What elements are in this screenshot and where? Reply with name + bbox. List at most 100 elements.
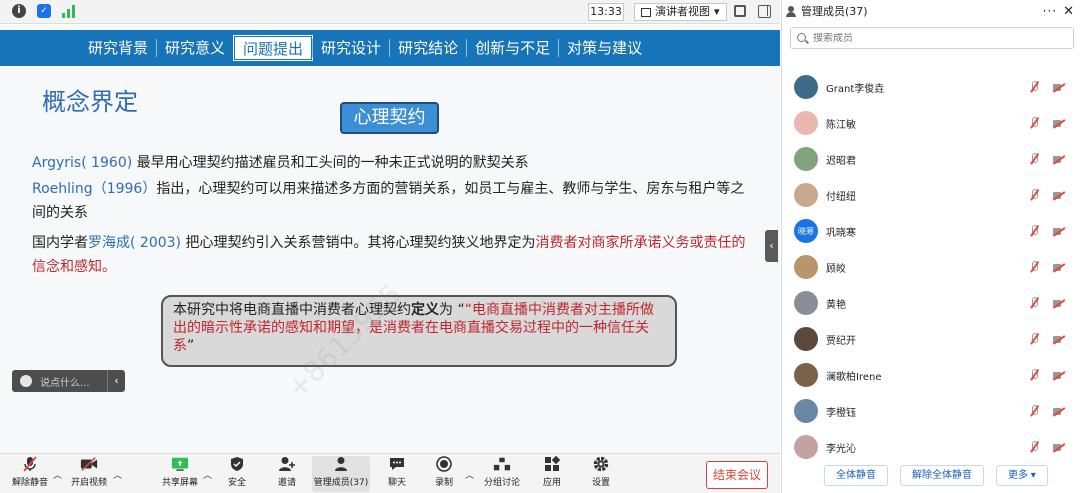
chat-button[interactable]: 聊天 <box>382 456 412 492</box>
search-input[interactable] <box>813 32 1053 44</box>
mic-off-icon[interactable] <box>1029 261 1039 273</box>
breakout-icon <box>493 456 511 472</box>
member-name: 陈江敏 <box>826 119 856 131</box>
chat-quick-input[interactable]: 说点什么... ‹ <box>12 370 125 392</box>
add-user-icon <box>278 456 296 472</box>
camera-off-icon[interactable] <box>1053 407 1065 416</box>
mic-off-icon[interactable] <box>1029 333 1039 345</box>
meeting-toolbar: 解除静音 ︿ 开启视频 ︿ 共享屏幕 ︿ 安全 邀请 管理成员(37) 聊天 录… <box>0 453 780 493</box>
slide-nav-item: 创新与不足 <box>475 39 551 57</box>
chat-icon <box>388 456 406 472</box>
paragraph-roehling: Roehling（1996）指出，心理契约可以用来描述多方面的营销关系，如员工与… <box>32 177 757 225</box>
avatar <box>794 291 818 315</box>
start-video-button[interactable]: 开启视频 <box>68 456 110 492</box>
avatar <box>794 363 818 387</box>
avatar <box>794 435 818 459</box>
invite-button[interactable]: 邀请 <box>272 456 302 492</box>
sidebar-toggle-icon[interactable] <box>758 5 771 18</box>
member-row[interactable]: 付纽纽 <box>782 177 1080 213</box>
member-status <box>1029 441 1065 453</box>
chevron-left-icon[interactable]: ‹ <box>107 370 125 392</box>
chevron-up-icon[interactable]: ︿ <box>465 468 474 481</box>
slide-title: 概念界定 <box>42 88 138 116</box>
member-name: Grant李俊垚 <box>826 83 885 95</box>
camera-off-icon[interactable] <box>1053 191 1065 200</box>
mic-off-icon[interactable] <box>1029 81 1039 93</box>
camera-off-icon[interactable] <box>1053 263 1065 272</box>
mic-off-icon[interactable] <box>1029 189 1039 201</box>
info-icon[interactable]: i <box>12 4 26 18</box>
camera-off-icon[interactable] <box>1053 299 1065 308</box>
member-row[interactable]: 迟昭君 <box>782 141 1080 177</box>
chevron-up-icon[interactable]: ︿ <box>203 468 212 481</box>
member-row[interactable]: 陈江敏 <box>782 105 1080 141</box>
side-collapse-handle[interactable]: ‹ <box>765 230 778 262</box>
mute-all-button[interactable]: 全体静音 <box>824 465 888 486</box>
more-button[interactable]: 更多 ▾ <box>996 465 1048 486</box>
mic-off-icon[interactable] <box>1029 441 1039 453</box>
view-switch-button[interactable]: 演讲者视图 ▾ <box>634 3 727 21</box>
mic-off-icon[interactable] <box>1029 225 1039 237</box>
more-icon[interactable]: ··· <box>1043 4 1057 18</box>
camera-off-icon[interactable] <box>1053 335 1065 344</box>
member-row[interactable]: 贾纪开 <box>782 321 1080 357</box>
settings-button[interactable]: 设置 <box>587 456 615 492</box>
record-button[interactable]: 录制 <box>430 456 458 492</box>
shield-icon[interactable]: ✓ <box>37 4 51 18</box>
manage-participants-button[interactable]: 管理成员(37) <box>312 456 370 492</box>
avatar <box>794 111 818 135</box>
mic-off-icon[interactable] <box>1029 405 1039 417</box>
mic-off-icon[interactable] <box>1029 153 1039 165</box>
chevron-up-icon[interactable]: ︿ <box>113 468 122 481</box>
unmute-all-button[interactable]: 解除全体静音 <box>900 465 984 486</box>
avatar: 晓寒 <box>794 219 818 243</box>
camera-off-icon[interactable] <box>1053 155 1065 164</box>
chevron-up-icon[interactable]: ︿ <box>53 468 62 481</box>
camera-off-icon[interactable] <box>1053 227 1065 236</box>
member-row[interactable]: 澜歌柏Irene <box>782 357 1080 393</box>
slide-nav-item: 研究设计 <box>321 39 382 57</box>
breakout-label: 分组讨论 <box>483 478 520 488</box>
close-icon[interactable]: ✕ <box>1063 4 1074 19</box>
share-screen-button[interactable]: 共享屏幕 <box>160 456 200 492</box>
settings-label: 设置 <box>591 478 610 488</box>
chat-label: 聊天 <box>387 478 406 488</box>
member-search[interactable] <box>790 27 1074 49</box>
member-name: 顾皎 <box>826 263 846 275</box>
callout-mid: 为 “ <box>439 302 465 318</box>
member-status <box>1029 405 1065 417</box>
fullscreen-icon[interactable] <box>734 5 746 17</box>
gear-icon <box>592 456 610 472</box>
start-video-label: 开启视频 <box>70 478 107 488</box>
mic-off-icon[interactable] <box>1029 297 1039 309</box>
camera-off-icon[interactable] <box>1053 371 1065 380</box>
shield-icon <box>228 456 246 472</box>
member-name: 黄艳 <box>826 299 846 311</box>
emoji-icon[interactable] <box>20 375 32 387</box>
mic-off-icon[interactable] <box>1029 369 1039 381</box>
member-row[interactable]: 黄艳 <box>782 285 1080 321</box>
member-row[interactable]: 顾皎 <box>782 249 1080 285</box>
member-row[interactable]: 李橙钰 <box>782 393 1080 429</box>
apps-button[interactable]: 应用 <box>538 456 566 492</box>
signal-icon[interactable] <box>62 4 76 18</box>
end-meeting-button[interactable]: 结束会议 <box>706 461 768 489</box>
member-row[interactable]: 晓寒 巩晓寒 <box>782 213 1080 249</box>
unmute-button[interactable]: 解除静音 <box>10 456 50 492</box>
apps-icon <box>543 456 561 472</box>
manage-participants-label: 管理成员(37) <box>313 478 369 488</box>
camera-off-icon[interactable] <box>1053 119 1065 128</box>
member-name: 贾纪开 <box>826 335 856 347</box>
member-row[interactable]: Grant李俊垚 <box>782 69 1080 105</box>
member-status <box>1029 297 1065 309</box>
camera-off-icon[interactable] <box>1053 443 1065 452</box>
author-luo: 罗海成( 2003) <box>88 235 182 251</box>
panel-footer: 全体静音 解除全体静音 更多 ▾ <box>782 458 1080 493</box>
member-name: 李橙钰 <box>826 407 856 419</box>
mic-off-icon[interactable] <box>1029 117 1039 129</box>
camera-off-icon[interactable] <box>1053 83 1065 92</box>
member-status <box>1029 117 1065 129</box>
breakout-rooms-button[interactable]: 分组讨论 <box>482 456 522 492</box>
avatar <box>794 75 818 99</box>
security-button[interactable]: 安全 <box>222 456 252 492</box>
